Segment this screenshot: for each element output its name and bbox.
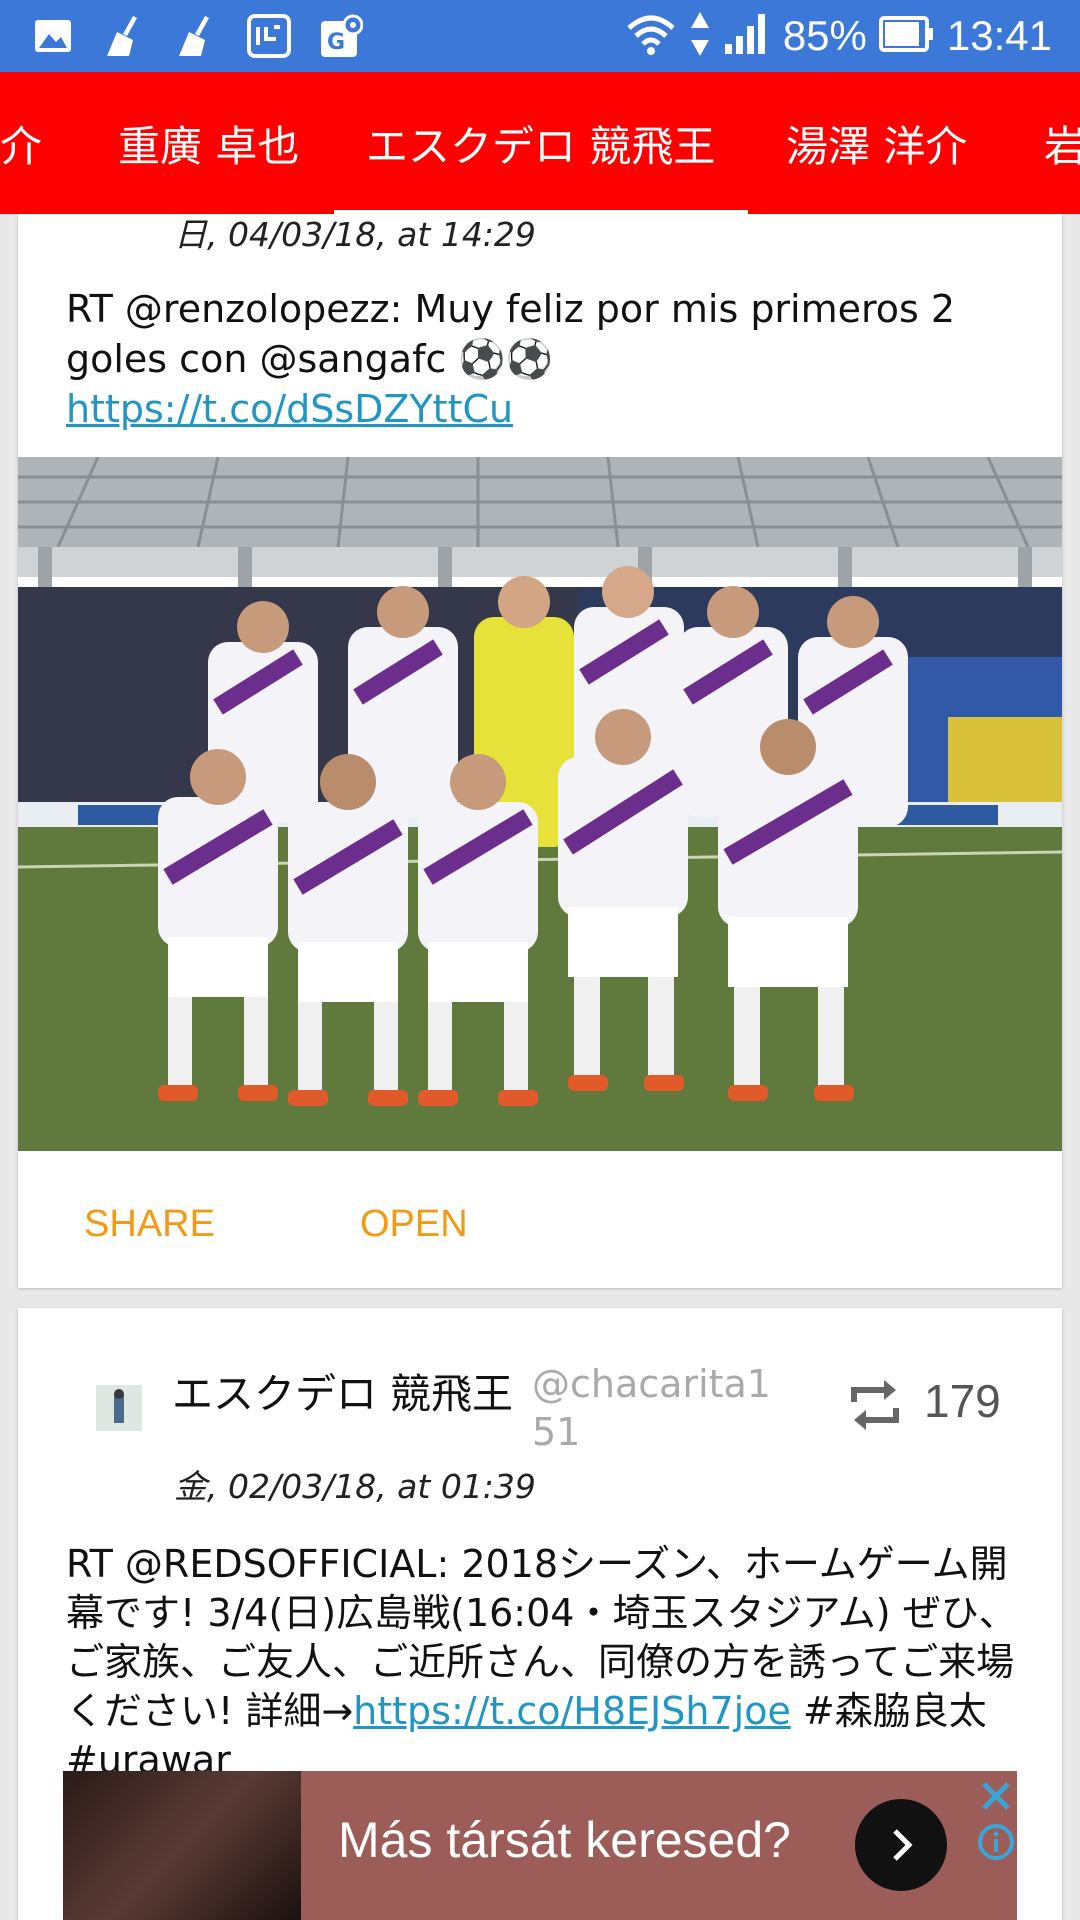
data-transfer-icon xyxy=(689,10,711,62)
battery-percent: 85% xyxy=(782,12,867,59)
share-button[interactable]: SHARE xyxy=(84,1169,215,1279)
retweet-count: 179 xyxy=(924,1375,1001,1427)
tweet-date: 日, 04/03/18, at 14:29 xyxy=(174,215,536,254)
signal-icon xyxy=(723,12,771,60)
tweet-actions: SHARE OPEN xyxy=(18,1169,1062,1279)
tweet-photo[interactable] xyxy=(18,457,1062,1151)
info-icon[interactable] xyxy=(976,1822,1016,1862)
ad-image xyxy=(63,1771,301,1920)
tab-escudero[interactable]: エスクデロ 競飛王 xyxy=(366,72,715,214)
image-icon xyxy=(28,11,78,61)
tab-next[interactable]: 岩 xyxy=(1044,72,1080,214)
ad-banner[interactable]: Más társát keresed? xyxy=(63,1771,1017,1920)
tab-bar: 介 重廣 卓也 エスクデロ 競飛王 湯澤 洋介 岩 xyxy=(0,72,1080,214)
tweet-text: RT @renzolopezz: Muy feliz por mis prime… xyxy=(66,284,1026,434)
tweet-date: 金, 02/03/18, at 01:39 xyxy=(174,1467,536,1506)
avatar[interactable] xyxy=(96,1385,142,1431)
maps-icon: G xyxy=(316,11,366,61)
ad-arrow-button[interactable] xyxy=(855,1799,947,1891)
retweet-icon xyxy=(844,1374,906,1436)
status-bar: G 85% 13:41 xyxy=(0,0,1080,72)
tweet-body: RT @renzolopezz: Muy feliz por mis prime… xyxy=(66,287,956,381)
svg-text:G: G xyxy=(327,30,345,55)
broom-icon xyxy=(172,11,222,61)
clock: 13:41 xyxy=(946,12,1052,59)
tab-shigehiro[interactable]: 重廣 卓也 xyxy=(118,72,299,214)
author-handle: @chacarita151 xyxy=(532,1362,771,1454)
tweet-link[interactable]: https://t.co/H8EJSh7joe xyxy=(353,1689,791,1733)
tweet-text: RT @REDSOFFICIAL: 2018シーズン、ホームゲーム開幕です! 3… xyxy=(66,1540,1026,1785)
close-icon[interactable] xyxy=(976,1776,1016,1816)
open-button[interactable]: OPEN xyxy=(360,1169,468,1279)
app-icon xyxy=(244,11,294,61)
battery-icon xyxy=(878,14,935,58)
tab-yuzawa[interactable]: 湯澤 洋介 xyxy=(786,72,967,214)
tweet-link[interactable]: https://t.co/dSsDZYttCu xyxy=(66,387,513,431)
wifi-icon xyxy=(625,12,677,60)
tweet-card: 日, 04/03/18, at 14:29 RT @renzolopezz: M… xyxy=(18,214,1062,1288)
author-name: エスクデロ 競飛王 xyxy=(172,1370,514,1418)
tab-prev[interactable]: 介 xyxy=(0,72,42,214)
chevron-right-icon xyxy=(893,1829,913,1861)
ad-text: Más társát keresed? xyxy=(338,1812,791,1868)
broom-icon xyxy=(100,11,150,61)
